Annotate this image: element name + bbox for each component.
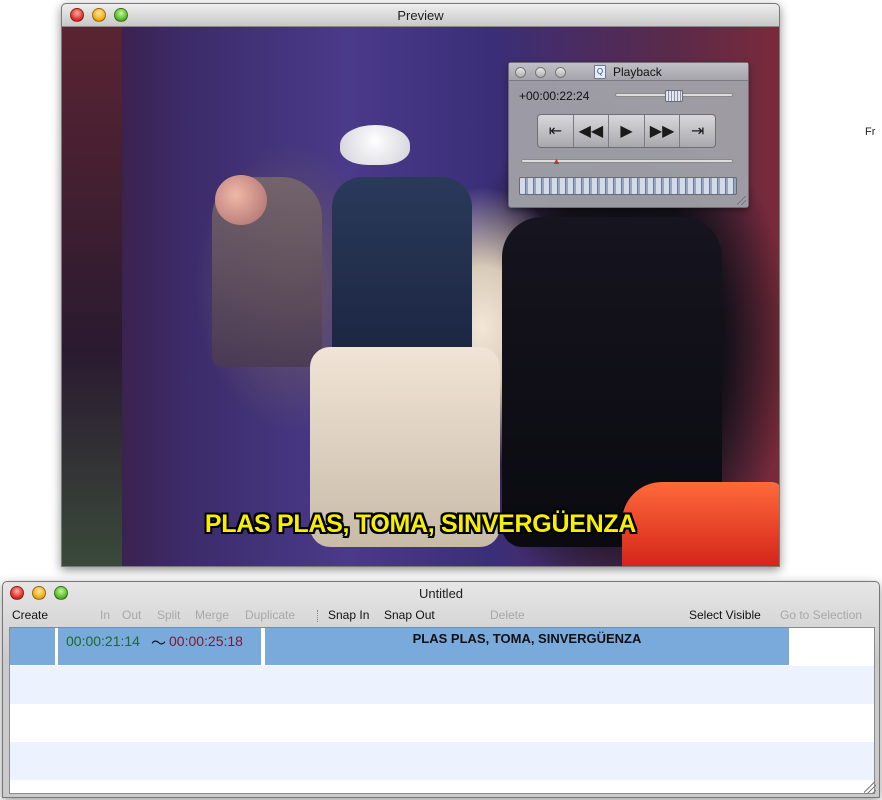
video-left-wall — [62, 27, 122, 566]
out-button[interactable]: Out — [122, 608, 141, 622]
empty-row — [10, 666, 874, 704]
transport-controls: ⇤ ◀◀ ▶ ▶▶ ⇥ — [537, 114, 716, 148]
editor-titlebar[interactable]: Untitled — [3, 582, 879, 605]
playback-timecode: +00:00:22:24 — [519, 89, 590, 103]
video-head-left — [215, 175, 267, 225]
time-in: 00:00:21:14 — [66, 633, 140, 649]
snap-in-button[interactable]: Snap In — [328, 608, 369, 622]
resize-grip-icon[interactable] — [864, 782, 876, 794]
go-to-end-button[interactable]: ⇥ — [680, 115, 715, 147]
preview-titlebar[interactable]: Preview — [62, 4, 779, 27]
delete-button[interactable]: Delete — [490, 608, 525, 622]
document-icon: Q — [594, 65, 606, 79]
create-button[interactable]: Create — [12, 608, 48, 622]
rewind-icon: ◀◀ — [578, 123, 604, 140]
empty-row — [10, 742, 874, 780]
rewind-button[interactable]: ◀◀ — [574, 115, 610, 147]
time-out: 00:00:25:18 — [169, 633, 243, 649]
toolbar-separator — [317, 610, 318, 622]
fast-forward-icon: ▶▶ — [649, 123, 675, 140]
subtitle-row[interactable]: 00:00:21:14 〜 00:00:25:18 PLAS PLAS, TOM… — [10, 628, 874, 665]
editor-toolbar: Create In Out Split Merge Duplicate Snap… — [3, 605, 879, 625]
select-visible-button[interactable]: Select Visible — [689, 608, 761, 622]
go-to-start-button[interactable]: ⇤ — [538, 115, 574, 147]
playback-titlebar[interactable]: Q Playback — [509, 63, 748, 81]
video-person-center-shirt — [332, 177, 472, 367]
seek-marker-icon[interactable]: ▲ — [552, 157, 561, 166]
preview-window-title: Preview — [397, 8, 444, 23]
play-button[interactable]: ▶ — [609, 115, 645, 147]
offscreen-window-title-fragment: Fr — [865, 126, 876, 138]
empty-row — [10, 780, 874, 793]
subtitle-row-text: PLAS PLAS, TOMA, SINVERGÜENZA — [412, 631, 642, 646]
jog-wheel[interactable] — [519, 177, 737, 195]
playback-minimize-button[interactable] — [535, 67, 546, 78]
fast-forward-button[interactable]: ▶▶ — [645, 115, 681, 147]
split-button[interactable]: Split — [157, 608, 180, 622]
skip-to-start-icon: ⇤ — [548, 123, 562, 140]
shuttle-knob[interactable] — [665, 90, 683, 102]
subtitle-list[interactable]: 00:00:21:14 〜 00:00:25:18 PLAS PLAS, TOM… — [9, 627, 875, 794]
video-white-cap — [340, 125, 410, 165]
snap-out-button[interactable]: Snap Out — [384, 608, 435, 622]
play-icon: ▶ — [620, 123, 633, 140]
time-separator: 〜 — [151, 635, 167, 652]
subtitle-overlay: PLAS PLAS, TOMA, SINVERGÜENZA — [204, 510, 637, 538]
playback-panel: Q Playback +00:00:22:24 ⇤ ◀◀ ▶ ▶▶ ⇥ ▲ — [508, 62, 749, 208]
subtitle-timecode-cell[interactable]: 00:00:21:14 〜 00:00:25:18 — [58, 628, 261, 665]
subtitle-text-cell[interactable]: PLAS PLAS, TOMA, SINVERGÜENZA — [265, 628, 789, 665]
merge-button[interactable]: Merge — [195, 608, 229, 622]
editor-window-title: Untitled — [418, 586, 464, 601]
subtitle-index-cell[interactable] — [10, 628, 55, 665]
playback-close-button[interactable] — [515, 67, 526, 78]
editor-window: Untitled Create In Out Split Merge Dupli… — [2, 581, 880, 798]
skip-to-end-icon: ⇥ — [690, 123, 705, 140]
playback-title: Playback — [613, 65, 662, 79]
playback-zoom-button[interactable] — [555, 67, 566, 78]
in-button[interactable]: In — [100, 608, 110, 622]
empty-row — [10, 704, 874, 742]
duplicate-button[interactable]: Duplicate — [245, 608, 295, 622]
go-to-selection-button[interactable]: Go to Selection — [780, 608, 862, 622]
resize-grip-icon[interactable] — [737, 196, 746, 205]
